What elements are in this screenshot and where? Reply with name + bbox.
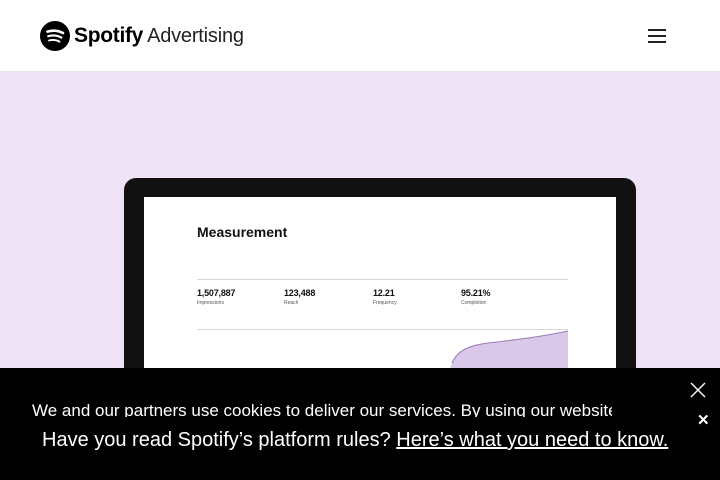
hero-section: Measurement 1,507,887 Impressions 123,48…	[0, 72, 720, 368]
spotify-logo-icon	[40, 21, 70, 51]
cookie-text-behind: We and our partners use cookies to deliv…	[32, 401, 612, 417]
metric-impressions: 1,507,887 Impressions	[197, 288, 235, 306]
site-header: Spotify Advertising	[0, 0, 720, 72]
brand-suffix: Advertising	[147, 24, 244, 47]
platform-rules-link[interactable]: Here’s what you need to know.	[396, 429, 668, 451]
metric-completion: 95.21% Completion	[461, 288, 491, 306]
spotify-advertising-logo[interactable]: Spotify Advertising	[40, 21, 244, 51]
laptop-illustration: Measurement 1,507,887 Impressions 123,48…	[124, 178, 636, 368]
metric-value: 1,507,887	[197, 288, 236, 298]
metric-value: 12.21	[373, 288, 395, 298]
divider	[197, 279, 568, 280]
metric-label: Reach	[284, 300, 299, 306]
notice-message: Have you read Spotify’s platform rules?	[42, 429, 391, 451]
metric-label: Completion	[461, 300, 487, 306]
area-chart-preview	[450, 330, 568, 368]
metric-label: Frequency	[373, 300, 397, 306]
measurement-title: Measurement	[197, 224, 288, 240]
metric-frequency: 12.21 Frequency	[373, 288, 397, 306]
notice-bar: We and our partners use cookies to deliv…	[0, 368, 720, 480]
platform-rules-notice: Have you read Spotify’s platform rules? …	[42, 429, 668, 452]
dismiss-x-icon[interactable]: ✕	[697, 413, 710, 428]
brand-name: Spotify	[74, 24, 144, 47]
metric-value: 95.21%	[461, 288, 491, 298]
metric-reach: 123,488 Reach	[284, 288, 315, 306]
hamburger-menu-icon[interactable]	[648, 28, 668, 43]
close-icon[interactable]	[688, 380, 708, 400]
metric-value: 123,488	[284, 288, 316, 298]
metric-label: Impressions	[197, 300, 224, 306]
laptop-screen: Measurement 1,507,887 Impressions 123,48…	[144, 197, 616, 368]
